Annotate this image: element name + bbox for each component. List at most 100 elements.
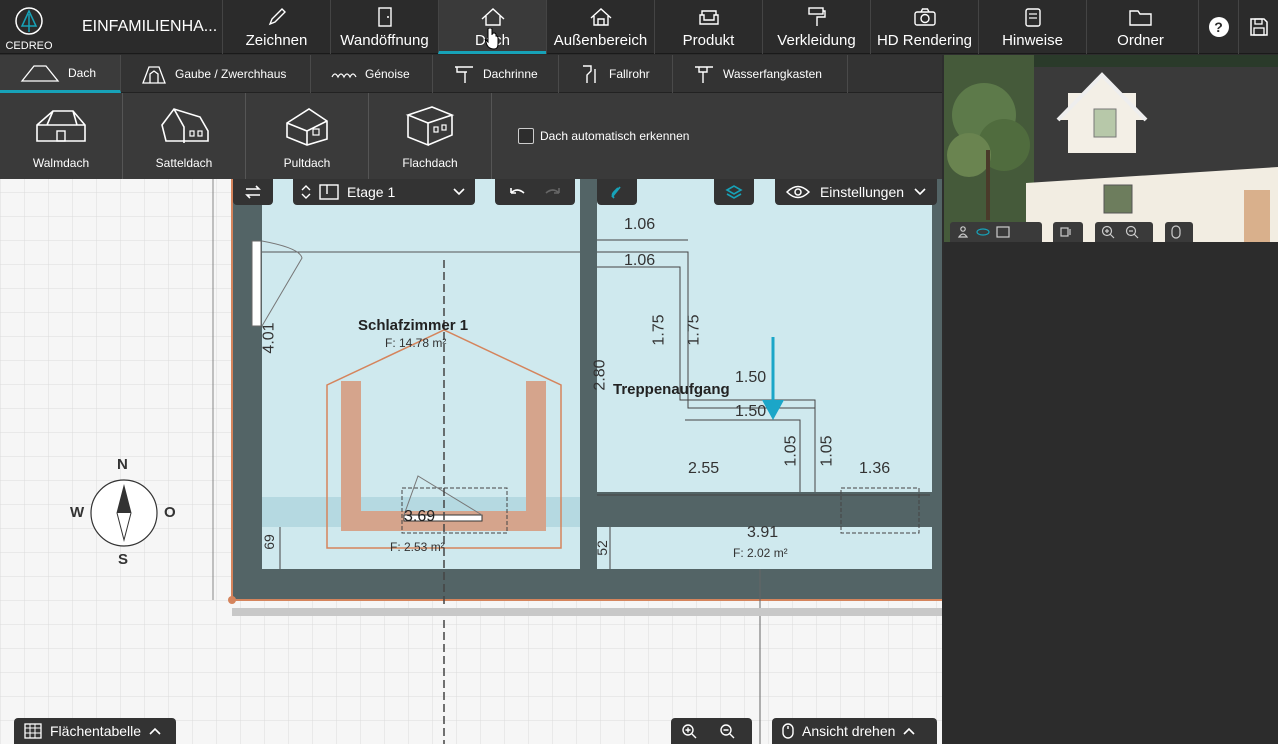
armchair-icon: [698, 10, 719, 25]
roof-type-walmdach[interactable]: Walmdach: [0, 93, 123, 179]
subtab-gaube[interactable]: Gaube / Zwerchhaus: [121, 55, 311, 93]
eye-icon: [785, 185, 810, 199]
tab-produkt[interactable]: Produkt: [654, 0, 762, 54]
undo-redo-group: [495, 179, 575, 205]
view-mode-tools: [950, 222, 1042, 242]
room-label: Treppenaufgang: [613, 381, 730, 398]
dimension-label: 1.06: [624, 216, 656, 233]
undo-icon[interactable]: [508, 185, 526, 199]
sub-tabs: Dach Gaube / Zwerchhaus Génoise Dachrinn…: [0, 55, 942, 93]
top-actions: ?: [1198, 0, 1278, 54]
roof-type-satteldach[interactable]: Satteldach: [123, 93, 246, 179]
exterior-icon: [590, 8, 611, 26]
save-button[interactable]: [1238, 0, 1278, 54]
chevron-up-icon: [903, 727, 915, 735]
top-bar: CEDREO EINFAMILIENHA... Zeichnen Wandöff…: [0, 0, 1278, 54]
room-label: Schlafzimmer 1: [358, 317, 469, 334]
subtab-label: Génoise: [365, 67, 410, 81]
folder-icon: [1128, 10, 1152, 26]
compass: [90, 479, 158, 547]
camera-icon: [913, 8, 936, 26]
settings-dropdown[interactable]: Einstellungen: [775, 179, 937, 205]
area-table-label: Flächentabelle: [50, 723, 142, 739]
roof-icon: [481, 8, 504, 26]
auto-detect-roof[interactable]: Dach automatisch erkennen: [518, 128, 689, 144]
dimension-label: 3.69: [404, 508, 436, 525]
zoom-in-icon[interactable]: [1101, 225, 1115, 239]
dimension-label: 1.50: [735, 403, 767, 420]
redo-icon[interactable]: [544, 185, 562, 199]
cedreo-logo[interactable]: CEDREO: [0, 0, 62, 54]
roof-type-flachdach[interactable]: Flachdach: [369, 93, 492, 179]
tab-hd-rendering[interactable]: HD Rendering: [870, 0, 978, 54]
tab-zeichnen[interactable]: Zeichnen: [222, 0, 330, 54]
tab-label: Produkt: [682, 32, 735, 49]
sort-icon: [301, 185, 311, 199]
orbit-icon[interactable]: [976, 226, 990, 238]
help-button[interactable]: ?: [1198, 0, 1238, 54]
zoom-out-icon[interactable]: [1125, 225, 1139, 239]
main-tabs: Zeichnen Wandöffnung Dach Außenbereich P…: [222, 0, 1194, 54]
gutter-icon: [455, 66, 473, 83]
chevron-down-icon: [914, 188, 926, 196]
rotate-view-label: Ansicht drehen: [802, 723, 896, 739]
tab-label: Verkleidung: [777, 32, 856, 49]
compass-south: S: [118, 551, 129, 568]
subtab-wasserfangkasten[interactable]: Wasserfangkasten: [673, 55, 848, 93]
right-panel: [944, 242, 1278, 744]
mouse-tool[interactable]: [1165, 222, 1193, 242]
settings-label: Einstellungen: [819, 184, 905, 200]
mouse-icon: [782, 723, 794, 739]
room-area: F: 14.78 m²: [385, 336, 447, 350]
brand-name: CEDREO: [5, 40, 53, 52]
tab-label: Außenbereich: [553, 32, 648, 49]
subtab-genoise[interactable]: Génoise: [311, 55, 433, 93]
floor-label: Etage 1: [347, 184, 396, 200]
dimension-label: 1.75: [685, 314, 703, 346]
roof-type-panel: Walmdach Satteldach Pultdach Flachdach D…: [0, 93, 942, 179]
room-area: F: 2.53 m²: [390, 540, 445, 554]
swap-icon: [245, 185, 261, 199]
auto-detect-checkbox[interactable]: [518, 128, 534, 144]
rotate-tool[interactable]: [1053, 222, 1083, 242]
tab-wandoeffnung[interactable]: Wandöffnung: [330, 0, 438, 54]
zoom-out-icon[interactable]: [719, 723, 735, 739]
dimension-label: 1.50: [735, 369, 767, 386]
tab-verkleidung[interactable]: Verkleidung: [762, 0, 870, 54]
subtab-dachrinne[interactable]: Dachrinne: [433, 55, 559, 93]
tab-ordner[interactable]: Ordner: [1086, 0, 1194, 54]
flat-roof-icon: [405, 106, 455, 147]
zoom-controls: [671, 718, 752, 744]
swap-view-button[interactable]: [233, 179, 273, 205]
tab-label: Ordner: [1117, 32, 1164, 49]
roof-type-label: Walmdach: [32, 156, 90, 170]
subtab-label: Dach: [68, 65, 97, 80]
person-icon[interactable]: [956, 226, 970, 238]
dimension-label: 2.80: [591, 359, 609, 391]
auto-detect-label: Dach automatisch erkennen: [540, 129, 690, 143]
tab-aussenbereich[interactable]: Außenbereich: [546, 0, 654, 54]
subtab-dach[interactable]: Dach: [0, 55, 121, 93]
project-title[interactable]: EINFAMILIENHA...: [66, 0, 222, 54]
magnet-button[interactable]: [597, 179, 637, 205]
layers-button[interactable]: [714, 179, 754, 205]
floor-plan-canvas[interactable]: N S W O Schlafzimmer 1 F: 14.78 m² Trepp…: [0, 179, 942, 744]
area-table-button[interactable]: Flächentabelle: [14, 718, 176, 744]
roof-type-label: Satteldach: [155, 156, 213, 170]
rainwater-head-icon: [695, 66, 713, 83]
dimension-label: 1.06: [624, 252, 656, 269]
subtab-fallrohr[interactable]: Fallrohr: [559, 55, 673, 93]
plan-icon[interactable]: [996, 226, 1010, 238]
tab-hinweise[interactable]: Hinweise: [978, 0, 1086, 54]
save-icon: [1249, 18, 1268, 36]
zoom-in-icon[interactable]: [681, 723, 697, 739]
subtab-label: Gaube / Zwerchhaus: [175, 67, 287, 81]
roof-type-pultdach[interactable]: Pultdach: [246, 93, 369, 179]
dimension-label: 3.91: [747, 524, 779, 541]
3d-preview[interactable]: [944, 55, 1278, 242]
chevron-up-icon: [149, 727, 161, 735]
rotate-icon: [1060, 227, 1071, 237]
floor-selector[interactable]: Etage 1: [293, 179, 475, 205]
rotate-view-button[interactable]: Ansicht drehen: [772, 718, 937, 744]
compass-east: O: [164, 504, 176, 521]
